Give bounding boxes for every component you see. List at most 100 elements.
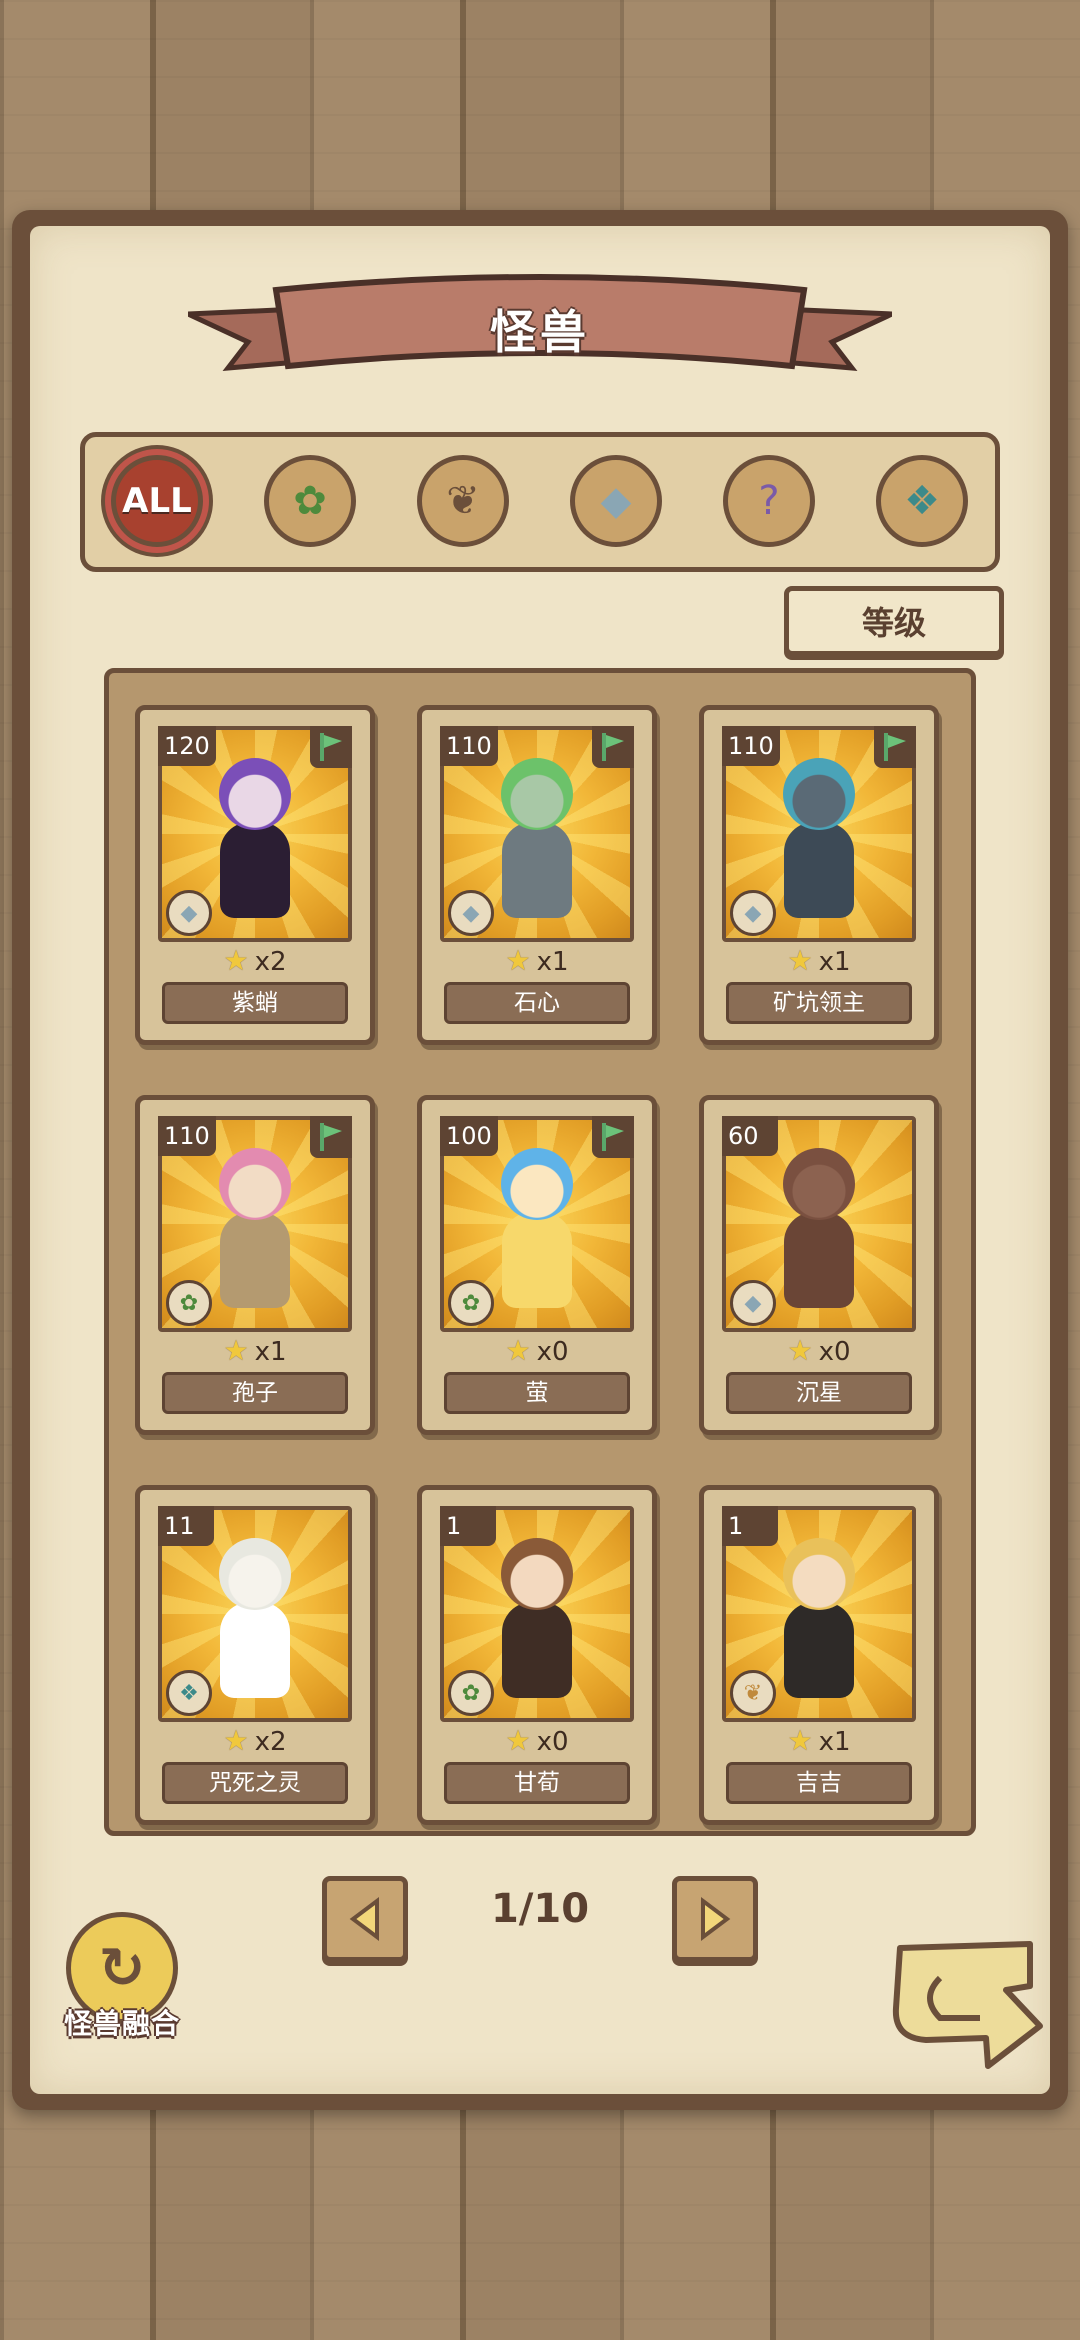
- figure-body: [220, 1212, 290, 1308]
- owned-count: ★ x1: [140, 1334, 370, 1367]
- figure-body: [784, 1602, 854, 1698]
- flag-icon[interactable]: [310, 1116, 352, 1158]
- next-page-button[interactable]: [672, 1876, 758, 1962]
- figure-head: [219, 758, 291, 830]
- monster-card[interactable]: 110 ◆ ★ x1 矿坑领主: [699, 705, 939, 1045]
- monster-name: 甘荀: [444, 1762, 630, 1804]
- monster-card[interactable]: 1 ✿ ★ x0 甘荀: [417, 1485, 657, 1825]
- figure-head: [783, 758, 855, 830]
- spirit-icon: ❖: [904, 478, 940, 524]
- figure-body: [502, 1212, 572, 1308]
- star-icon: ★: [787, 1334, 813, 1367]
- monster-name: 萤: [444, 1372, 630, 1414]
- owned-count: ★ x1: [704, 1724, 934, 1757]
- filter-spirit-button[interactable]: ❖: [876, 455, 968, 547]
- filter-mystery-button[interactable]: ?: [723, 455, 815, 547]
- count-value: x1: [818, 1727, 851, 1757]
- prev-page-button[interactable]: [322, 1876, 408, 1962]
- figure-head: [219, 1148, 291, 1220]
- monster-name: 沉星: [726, 1372, 912, 1414]
- owned-count: ★ x2: [140, 944, 370, 977]
- flag-glyph: [320, 1123, 342, 1151]
- figure-body: [220, 822, 290, 918]
- flag-icon[interactable]: [592, 1116, 634, 1158]
- level-badge: 1: [440, 1506, 496, 1546]
- figure-head: [501, 1538, 573, 1610]
- level-badge: 11: [158, 1506, 214, 1546]
- owned-count: ★ x0: [422, 1724, 652, 1757]
- question-icon: ?: [758, 478, 780, 524]
- page-title: 怪兽: [490, 305, 590, 359]
- leaf-icon: ✿: [293, 478, 327, 524]
- monster-card[interactable]: 100 ✿ ★ x0 萤: [417, 1095, 657, 1435]
- figure-head: [783, 1538, 855, 1610]
- count-value: x0: [818, 1337, 851, 1367]
- count-value: x1: [536, 947, 569, 977]
- monster-card[interactable]: 120 ◆ ★ x2 紫蛸: [135, 705, 375, 1045]
- all-icon: ALL: [122, 481, 192, 521]
- filter-grass-button[interactable]: ✿: [264, 455, 356, 547]
- level-badge: 110: [722, 726, 780, 766]
- level-badge: 60: [722, 1116, 778, 1156]
- owned-count: ★ x1: [422, 944, 652, 977]
- filter-all-button[interactable]: ALL: [111, 455, 203, 547]
- back-button[interactable]: [880, 1938, 1050, 2078]
- monster-card[interactable]: 1 ❦ ★ x1 吉吉: [699, 1485, 939, 1825]
- star-icon: ★: [505, 1724, 531, 1757]
- monster-card[interactable]: 11 ❖ ★ x2 咒死之灵: [135, 1485, 375, 1825]
- level-badge: 110: [158, 1116, 216, 1156]
- figure-head: [783, 1148, 855, 1220]
- monster-name: 咒死之灵: [162, 1762, 348, 1804]
- star-icon: ★: [787, 944, 813, 977]
- title-ribbon: 怪兽: [188, 270, 892, 396]
- monster-card[interactable]: 60 ◆ ★ x0 沉星: [699, 1095, 939, 1435]
- flag-glyph: [602, 1123, 624, 1151]
- sort-by-level-button[interactable]: 等级: [784, 586, 1004, 656]
- flag-icon[interactable]: [592, 726, 634, 768]
- figure-body: [502, 1602, 572, 1698]
- crystal-icon: ◆: [730, 1280, 776, 1326]
- crystal-icon: ◆: [600, 478, 632, 524]
- monster-card[interactable]: 110 ✿ ★ x1 孢子: [135, 1095, 375, 1435]
- count-value: x1: [254, 1337, 287, 1367]
- owned-count: ★ x0: [422, 1334, 652, 1367]
- figure-head: [501, 758, 573, 830]
- monster-name: 吉吉: [726, 1762, 912, 1804]
- star-icon: ★: [505, 944, 531, 977]
- leaf-icon: ✿: [448, 1280, 494, 1326]
- owned-count: ★ x0: [704, 1334, 934, 1367]
- star-icon: ★: [223, 1334, 249, 1367]
- page-indicator: 1/10: [490, 1886, 590, 1932]
- star-icon: ★: [505, 1334, 531, 1367]
- figure-body: [220, 1602, 290, 1698]
- flag-glyph: [320, 733, 342, 761]
- monster-fusion-button[interactable]: ↻ 怪兽融合: [52, 1912, 192, 2052]
- crystal-icon: ◆: [166, 890, 212, 936]
- filter-crystal-button[interactable]: ◆: [570, 455, 662, 547]
- paw-icon: ❦: [446, 478, 480, 524]
- owned-count: ★ x1: [704, 944, 934, 977]
- figure-head: [501, 1148, 573, 1220]
- figure-head: [219, 1538, 291, 1610]
- arrow-right-icon: [701, 1897, 731, 1941]
- monster-card[interactable]: 110 ◆ ★ x1 石心: [417, 705, 657, 1045]
- count-value: x2: [254, 947, 287, 977]
- monster-name: 紫蛸: [162, 982, 348, 1024]
- owned-count: ★ x2: [140, 1724, 370, 1757]
- arrow-left-icon: [349, 1897, 379, 1941]
- fusion-label: 怪兽融合: [63, 2007, 180, 2040]
- level-badge: 100: [440, 1116, 498, 1156]
- level-badge: 110: [440, 726, 498, 766]
- filter-beast-button[interactable]: ❦: [417, 455, 509, 547]
- figure-body: [784, 822, 854, 918]
- flag-icon[interactable]: [874, 726, 916, 768]
- leaf-icon: ✿: [448, 1670, 494, 1716]
- level-badge: 1: [722, 1506, 778, 1546]
- figure-body: [784, 1212, 854, 1308]
- monster-grid: 120 ◆ ★ x2 紫蛸 110 ◆ ★ x1 石心 110 ◆ ★ x1 矿坑领主 110 ✿ ★ x1 孢子 10…: [104, 668, 976, 1836]
- count-value: x1: [818, 947, 851, 977]
- flag-glyph: [602, 733, 624, 761]
- count-value: x0: [536, 1337, 569, 1367]
- flag-icon[interactable]: [310, 726, 352, 768]
- star-icon: ★: [223, 1724, 249, 1757]
